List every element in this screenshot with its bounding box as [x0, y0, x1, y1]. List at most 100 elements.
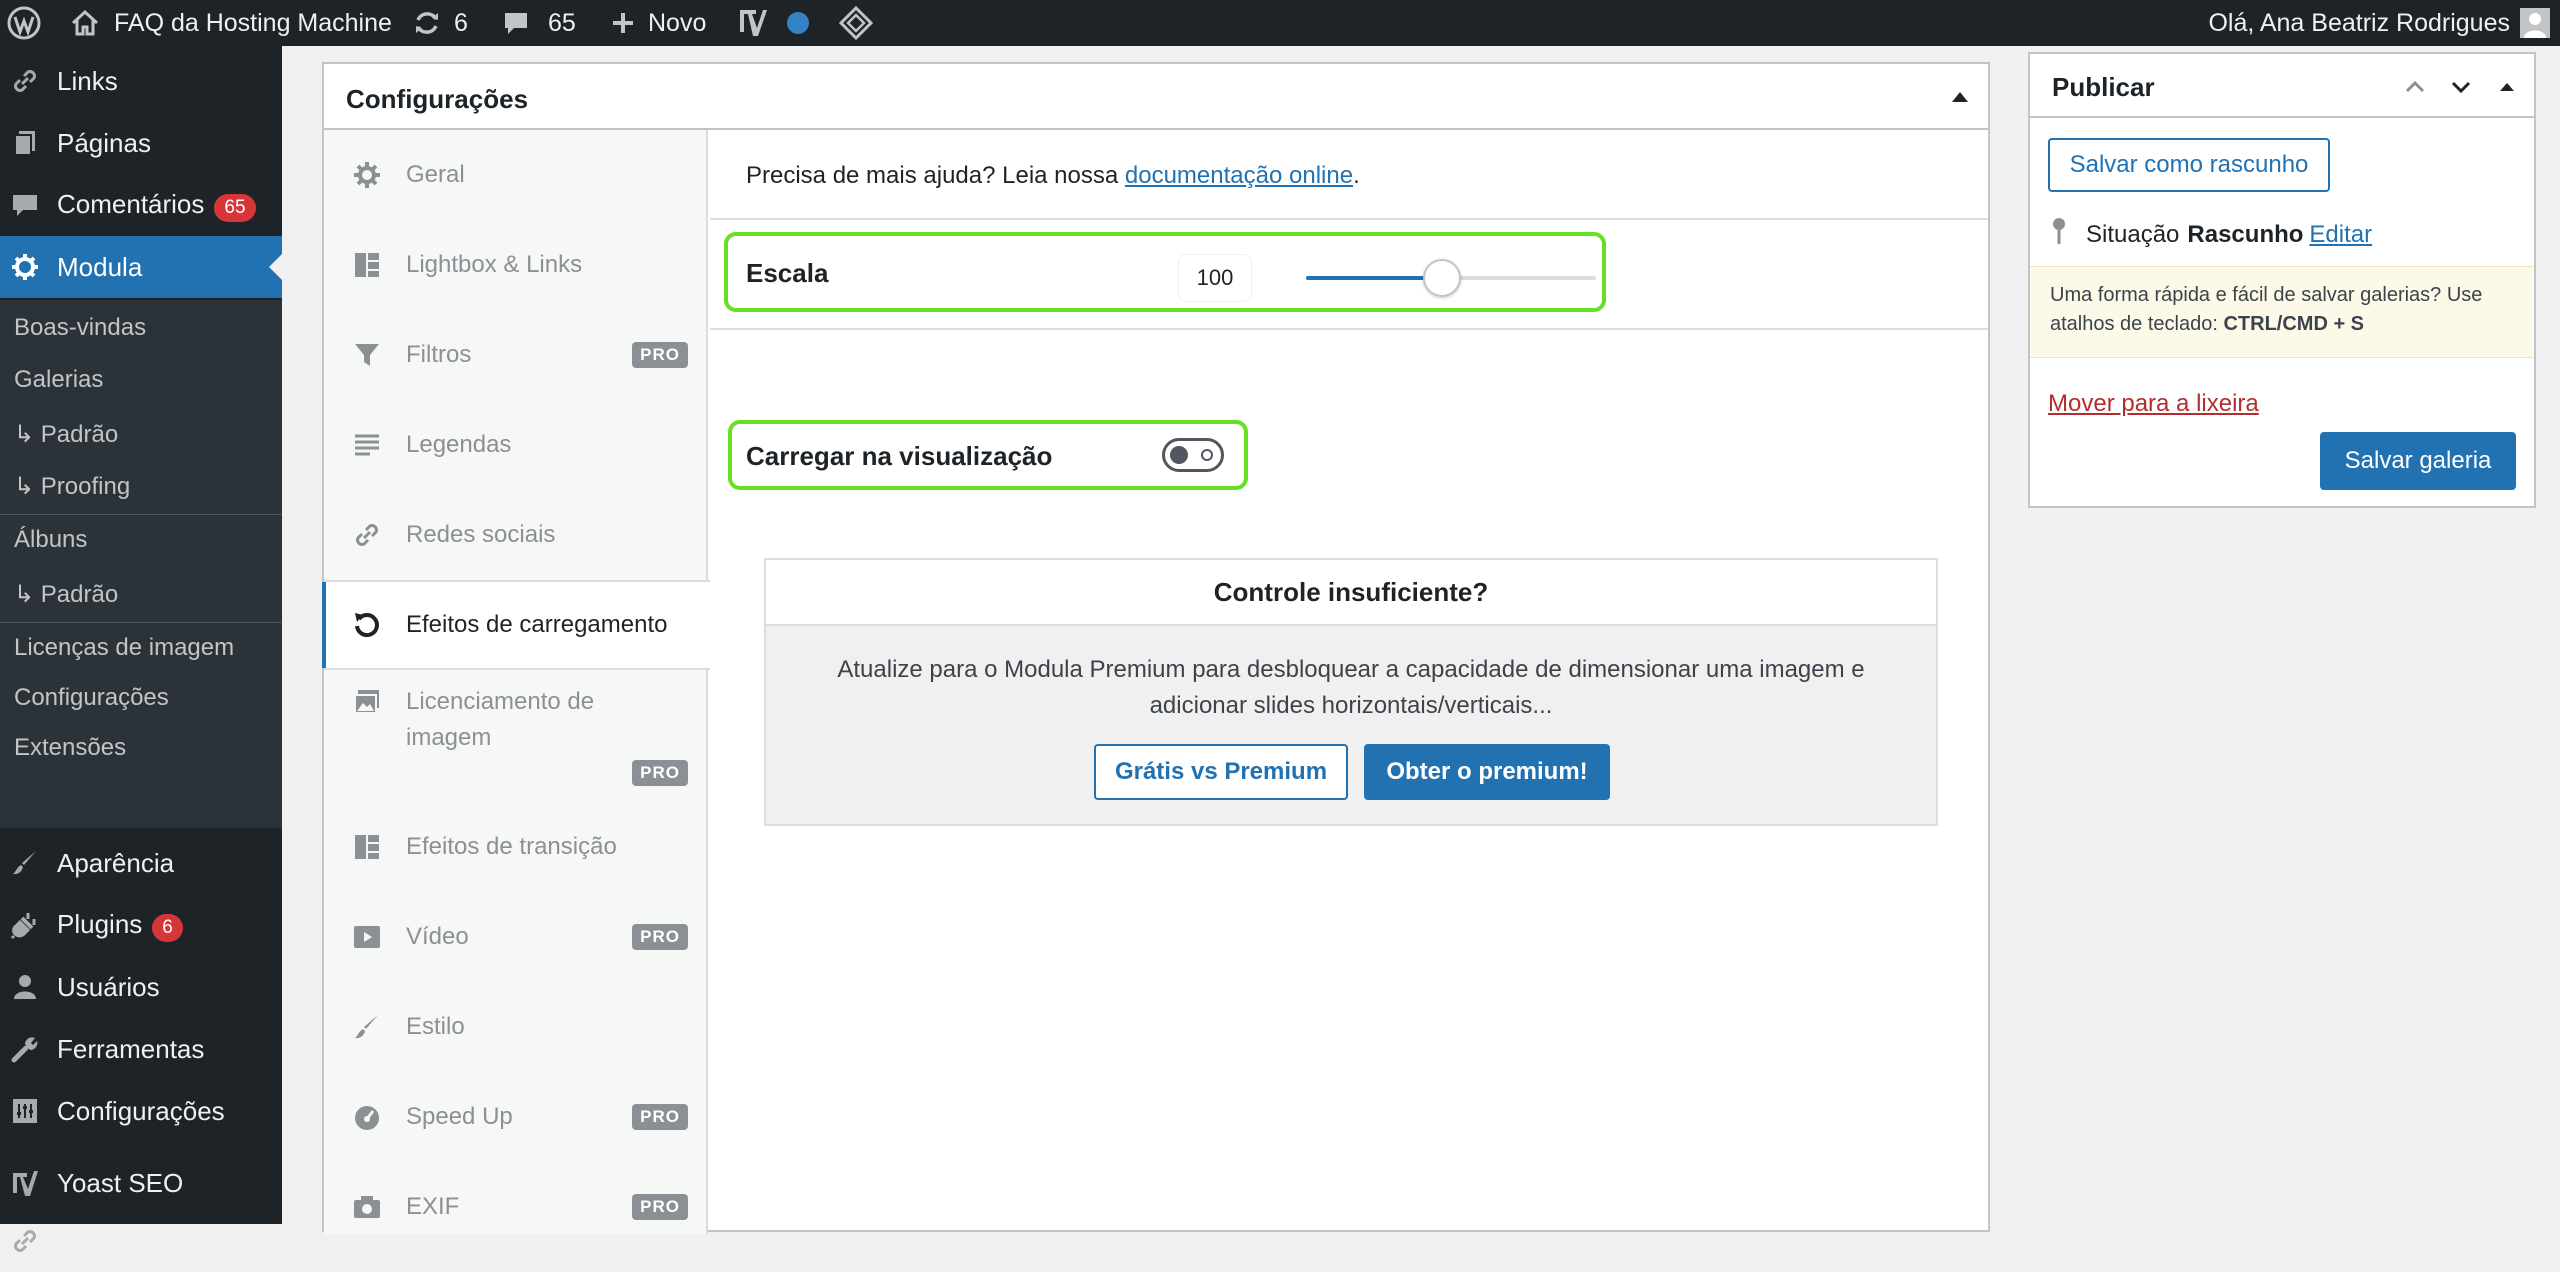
comments-link[interactable]: 65 [502, 0, 576, 46]
status-value: Rascunho [2187, 220, 2304, 248]
wrench-icon [10, 1034, 40, 1064]
lazy-load-highlight-box: Carregar na visualização [728, 420, 1248, 490]
submenu-boas-vindas[interactable]: Boas-vindas [14, 314, 146, 342]
camera-icon [352, 1192, 382, 1222]
free-vs-premium-button[interactable]: Grátis vs Premium [1094, 744, 1348, 800]
grid-icon [352, 250, 382, 280]
pro-badge: PRO [632, 1104, 688, 1130]
plus-icon [610, 10, 636, 36]
yoast-icon [10, 1168, 40, 1198]
submenu-galerias-padrao[interactable]: ↳ Padrão [14, 420, 118, 449]
submenu-divider [0, 514, 282, 515]
submenu-extensoes[interactable]: Extensões [14, 734, 126, 762]
update-icon [412, 8, 442, 38]
menu-link-whisper[interactable]: Link Whisper [0, 1210, 282, 1272]
get-premium-button[interactable]: Obter o premium! [1364, 744, 1610, 800]
pro-badge: PRO [632, 924, 688, 950]
settings-content: Precisa de mais ajuda? Leia nossa docume… [710, 130, 1988, 1234]
publish-title: Publicar [2052, 72, 2155, 102]
publish-header: Publicar [2030, 54, 2534, 118]
video-icon [352, 922, 382, 952]
text-lines-icon [352, 430, 382, 460]
scale-row: Escala 100 [710, 222, 1988, 330]
seo-status-dot-icon[interactable] [786, 0, 810, 46]
menu-pages[interactable]: Páginas [0, 112, 282, 174]
submenu-albuns-padrao[interactable]: ↳ Padrão [14, 580, 118, 609]
scale-slider[interactable] [1306, 259, 1596, 297]
collapse-toggle-icon[interactable] [1952, 92, 1968, 102]
diamond-plugin-icon[interactable] [838, 0, 874, 46]
yoast-icon[interactable] [736, 0, 768, 46]
brush-icon [352, 1012, 382, 1042]
user-icon [10, 972, 40, 1002]
collapse-toggle-icon[interactable] [2492, 72, 2522, 102]
submenu-galerias[interactable]: Galerias [14, 366, 103, 394]
gauge-icon [352, 1102, 382, 1132]
pro-badge: PRO [632, 342, 688, 368]
settings-metabox: Configurações Geral Lightbox & Links Fil… [322, 62, 1990, 1234]
tab-legendas[interactable]: Legendas [324, 400, 708, 490]
pro-badge: PRO [632, 1194, 688, 1220]
scale-value-field[interactable]: 100 [1178, 254, 1252, 302]
grid-icon [352, 832, 382, 862]
pin-icon [2050, 216, 2068, 253]
menu-appearance[interactable]: Aparência [0, 832, 282, 894]
chevron-down-icon[interactable] [2446, 72, 2476, 102]
shortcut-text: CTRL/CMD + S [2223, 313, 2365, 335]
menu-yoast-seo[interactable]: Yoast SEO [0, 1152, 282, 1214]
avatar [2520, 8, 2550, 38]
user-account-link[interactable]: Olá, Ana Beatriz Rodrigues [2208, 0, 2550, 46]
link-icon [10, 66, 40, 96]
submenu-proofing[interactable]: ↳ Proofing [14, 472, 130, 501]
menu-links[interactable]: Links [0, 50, 282, 112]
toggle-knob [1170, 446, 1188, 464]
tab-estilo[interactable]: Estilo [324, 982, 708, 1072]
link-icon [352, 520, 382, 550]
scale-slider-handle[interactable] [1423, 259, 1462, 297]
tab-exif[interactable]: EXIF PRO [324, 1162, 708, 1252]
save-gallery-button[interactable]: Salvar galeria [2320, 432, 2516, 490]
menu-tools[interactable]: Ferramentas [0, 1018, 282, 1080]
chevron-up-icon[interactable] [2400, 72, 2430, 102]
help-text: Precisa de mais ajuda? Leia nossa [746, 162, 1125, 189]
tab-lightbox-links[interactable]: Lightbox & Links [324, 220, 708, 310]
menu-settings[interactable]: Configurações [0, 1080, 282, 1142]
tab-speed-up[interactable]: Speed Up PRO [324, 1072, 708, 1162]
scale-slider-fill [1306, 276, 1443, 280]
move-to-trash-link[interactable]: Mover para a lixeira [2048, 390, 2259, 418]
gear-icon [352, 160, 382, 190]
menu-users[interactable]: Usuários [0, 956, 282, 1018]
menu-comments[interactable]: Comentários 65 [0, 174, 282, 236]
tab-redes-sociais[interactable]: Redes sociais [324, 490, 708, 580]
filter-icon [352, 340, 382, 370]
new-content-link[interactable]: Novo [610, 0, 706, 46]
site-name-link[interactable]: FAQ da Hosting Machine [70, 0, 392, 46]
lazy-load-label: Carregar na visualização [746, 441, 1053, 471]
comment-icon [502, 9, 530, 37]
upsell-title: Controle insuficiente? [766, 560, 1936, 626]
wordpress-logo-icon[interactable] [6, 0, 42, 46]
updates-link[interactable]: 6 [412, 0, 468, 46]
tab-licenciamento-imagem[interactable]: Licenciamento de imagem PRO [324, 672, 708, 802]
tab-filtros[interactable]: Filtros PRO [324, 310, 708, 400]
tab-video[interactable]: Vídeo PRO [324, 892, 708, 982]
submenu-albuns[interactable]: Álbuns [14, 526, 87, 554]
plugins-count-badge: 6 [152, 913, 183, 942]
gear-icon [10, 252, 40, 282]
edit-status-link[interactable]: Editar [2309, 221, 2372, 249]
pro-badge: PRO [632, 760, 688, 786]
submenu-licencas[interactable]: Licenças de imagem [14, 634, 234, 662]
admin-sidebar: Links Páginas Comentários 65 Modula Boas-… [0, 46, 283, 1256]
reload-icon [352, 610, 382, 640]
submenu-divider [0, 622, 282, 623]
lazy-load-toggle[interactable] [1162, 438, 1224, 472]
tab-efeitos-carregamento[interactable]: Efeitos de carregamento [322, 580, 710, 670]
tab-efeitos-transicao[interactable]: Efeitos de transição [324, 802, 708, 892]
menu-modula[interactable]: Modula [0, 236, 283, 298]
save-draft-button[interactable]: Salvar como rascunho [2048, 138, 2330, 192]
greeting: Olá, Ana Beatriz Rodrigues [2208, 8, 2510, 37]
documentation-link[interactable]: documentação online [1125, 162, 1353, 189]
menu-plugins[interactable]: Plugins 6 [0, 894, 282, 956]
submenu-configuracoes[interactable]: Configurações [14, 684, 169, 712]
tab-geral[interactable]: Geral [324, 130, 708, 220]
